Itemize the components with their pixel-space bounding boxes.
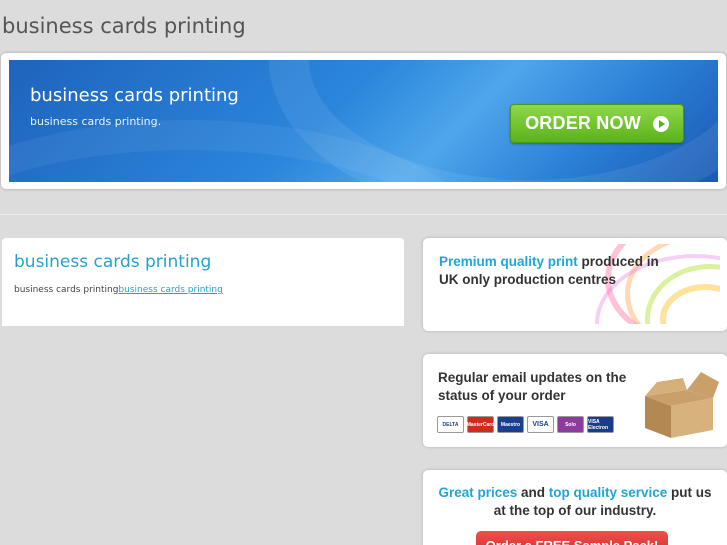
banner: business cards printing business cards p…	[9, 60, 718, 182]
content-link[interactable]: business cards printing	[118, 285, 222, 295]
delta-card-icon: DELTA	[437, 416, 464, 433]
order-now-label: ORDER NOW	[525, 113, 641, 133]
content-title: business cards printing	[14, 252, 212, 272]
premium-print-panel[interactable]: Premium quality print produced in UK onl…	[423, 238, 727, 331]
solo-icon: Solo	[557, 416, 584, 433]
payment-cards: DELTA MasterCard Maestro VISA Solo VISA …	[437, 416, 614, 433]
premium-print-text: Premium quality print produced in UK onl…	[439, 253, 659, 289]
banner-heading: business cards printing	[30, 85, 239, 106]
prices-highlight-1: Great prices	[438, 485, 518, 500]
maestro-icon: Maestro	[497, 416, 524, 433]
content-body: business cards printing	[14, 285, 119, 295]
email-updates-text: Regular email updates on the status of y…	[438, 370, 627, 403]
prices-mid: and	[517, 485, 549, 500]
visa-electron-icon: VISA Electron	[587, 416, 614, 433]
prices-text: Great prices and top quality service put…	[437, 484, 713, 520]
premium-highlight: Premium quality print	[439, 254, 578, 269]
order-now-button[interactable]: ORDER NOW	[510, 104, 684, 143]
cardboard-box-icon	[645, 372, 719, 438]
banner-subtext: business cards printing.	[30, 115, 162, 128]
mastercard-icon: MasterCard	[467, 416, 494, 433]
free-sample-button[interactable]: Order a FREE Sample Pack!	[476, 531, 668, 545]
play-circle-icon	[652, 115, 669, 132]
visa-icon: VISA	[527, 416, 554, 433]
content-text: business cards printingbusiness cards pr…	[14, 285, 223, 295]
content-box: business cards printing business cards p…	[2, 238, 404, 326]
divider	[0, 214, 727, 215]
prices-panel[interactable]: Great prices and top quality service put…	[423, 470, 727, 545]
prices-highlight-2: top quality service	[548, 485, 668, 500]
banner-frame: business cards printing business cards p…	[1, 53, 726, 189]
email-updates-panel[interactable]: Regular email updates on the status of y…	[423, 354, 727, 447]
site-title: business cards printing	[2, 14, 246, 38]
